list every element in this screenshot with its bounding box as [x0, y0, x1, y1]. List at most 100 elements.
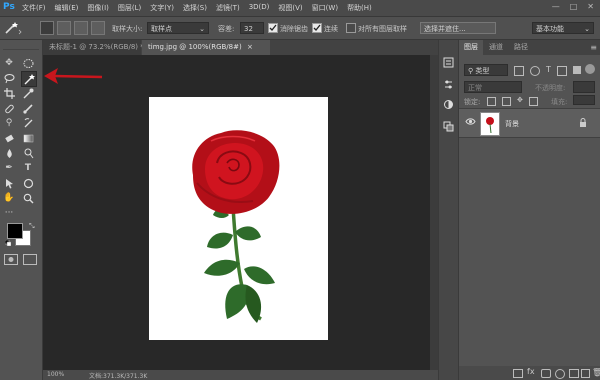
lock-pixels-icon[interactable]	[487, 97, 496, 106]
image-canvas[interactable]	[149, 97, 328, 340]
tab-paths[interactable]: 路径	[509, 40, 533, 55]
tab-timg[interactable]: timg.jpg @ 100%(RGB/8#) ×	[142, 40, 270, 55]
new-selection-button[interactable]	[40, 21, 54, 35]
photoshop-logo: Ps	[3, 2, 15, 12]
menu-layer[interactable]: 图层(L)	[118, 3, 141, 13]
intersect-selection-button[interactable]	[91, 21, 105, 35]
pen-tool-icon[interactable]: ✒	[3, 162, 15, 174]
close-button[interactable]: ✕	[587, 2, 594, 11]
layer-name[interactable]: 背景	[505, 119, 519, 129]
menu-help[interactable]: 帮助(H)	[347, 3, 372, 13]
tolerance-input[interactable]: 32	[240, 22, 264, 34]
new-group-icon[interactable]	[569, 369, 579, 378]
dodge-tool-icon[interactable]	[22, 147, 34, 159]
link-layers-icon[interactable]	[513, 369, 523, 378]
eye-icon[interactable]	[465, 117, 476, 128]
sample-size-value: 取样点	[151, 25, 172, 33]
contiguous-checkbox[interactable]	[312, 23, 322, 33]
opacity-input[interactable]	[573, 81, 595, 93]
tab-layers[interactable]: 图层	[459, 40, 483, 55]
toolbar-grip[interactable]	[3, 43, 39, 50]
panel-menu-icon[interactable]: ≡	[590, 43, 597, 52]
tab-close-icon[interactable]: ×	[247, 43, 253, 51]
menu-filter[interactable]: 滤镜(T)	[216, 3, 240, 13]
lock-icon	[579, 118, 587, 129]
history-panel-icon[interactable]	[442, 56, 454, 68]
filter-toggle-icon[interactable]	[585, 64, 595, 74]
swatches-panel-icon[interactable]	[442, 120, 454, 132]
healing-brush-icon[interactable]	[3, 102, 15, 114]
swap-colors-icon[interactable]: ⤡	[29, 222, 37, 230]
foreground-color-swatch[interactable]	[7, 223, 23, 239]
pixel-filter-icon[interactable]	[514, 66, 524, 76]
delete-layer-icon[interactable]: 🗑	[592, 368, 600, 377]
fill-input[interactable]	[573, 95, 595, 105]
magic-wand-tool-icon[interactable]	[21, 71, 37, 87]
lock-position-icon[interactable]: ✥	[517, 97, 523, 106]
sample-size-select[interactable]: 取样点 ⌄	[147, 22, 209, 34]
layer-kind-filter[interactable]: ⚲ 类型	[464, 64, 508, 76]
tab-layers-label: 图层	[464, 43, 478, 51]
lock-all-icon[interactable]	[528, 97, 538, 106]
lasso-tool-icon[interactable]	[3, 72, 15, 84]
add-to-selection-button[interactable]	[57, 21, 71, 35]
tab-untitled-label: 未标题-1 @ 73.2%(RGB/8) *	[49, 43, 144, 51]
menu-3d[interactable]: 3D(D)	[249, 3, 270, 13]
shape-filter-icon[interactable]	[556, 66, 567, 76]
select-and-mask-button[interactable]: 选择并遮住...	[420, 22, 496, 34]
marquee-tool-icon[interactable]	[22, 57, 34, 69]
screen-mode-icon[interactable]	[23, 254, 37, 265]
zoom-tool-icon[interactable]	[22, 192, 34, 204]
crop-tool-icon[interactable]	[3, 87, 15, 99]
shape-tool-icon[interactable]	[22, 177, 34, 189]
new-adjustment-icon[interactable]	[555, 369, 565, 379]
adjustments-panel-icon[interactable]	[442, 98, 454, 110]
menu-file[interactable]: 文件(F)	[22, 3, 46, 13]
move-tool-icon[interactable]: ✥	[3, 57, 15, 69]
lock-paint-icon[interactable]	[502, 97, 511, 106]
type-filter-icon[interactable]: T	[546, 66, 551, 76]
eraser-tool-icon[interactable]	[3, 132, 15, 144]
hand-tool-icon[interactable]: ✋	[3, 192, 15, 204]
layer-row-background[interactable]: 背景	[459, 108, 600, 138]
menu-edit[interactable]: 编辑(E)	[55, 3, 79, 13]
tab-channels[interactable]: 通道	[484, 40, 508, 55]
blur-tool-icon[interactable]	[3, 147, 15, 159]
maximize-button[interactable]: □	[570, 2, 578, 11]
magic-wand-icon[interactable]	[4, 21, 22, 35]
quick-mask-icon[interactable]	[4, 254, 18, 265]
layer-kind-label: 类型	[475, 67, 490, 75]
panel-tabs: 图层 通道 路径 ≡	[459, 40, 600, 55]
more-tools-icon[interactable]: ···	[3, 207, 15, 219]
type-tool-icon[interactable]: T	[22, 162, 34, 174]
antialias-checkbox[interactable]	[268, 23, 278, 33]
clone-stamp-icon[interactable]: ⚲	[3, 117, 15, 129]
checkmark-icon	[269, 24, 277, 31]
minimize-button[interactable]: —	[552, 2, 560, 11]
adjustment-filter-icon[interactable]	[530, 66, 540, 76]
new-layer-icon[interactable]	[581, 369, 590, 378]
layer-style-icon[interactable]: fx	[527, 367, 535, 376]
properties-panel-icon[interactable]	[442, 78, 454, 90]
menu-view[interactable]: 视图(V)	[278, 3, 302, 13]
brush-tool-icon[interactable]	[22, 102, 34, 114]
vertical-scrollbar[interactable]	[430, 55, 438, 370]
default-colors-icon[interactable]	[4, 239, 12, 247]
history-brush-icon[interactable]	[22, 117, 34, 129]
menu-select[interactable]: 选择(S)	[183, 3, 207, 13]
path-selection-icon[interactable]	[3, 177, 15, 189]
antialias-label: 消除锯齿	[280, 25, 308, 33]
eyedropper-tool-icon[interactable]	[22, 87, 34, 99]
menu-type[interactable]: 文字(Y)	[150, 3, 174, 13]
menu-image[interactable]: 图像(I)	[87, 3, 109, 13]
smart-object-filter-icon[interactable]	[572, 66, 581, 74]
blend-mode-select[interactable]: 正常	[464, 81, 522, 93]
workspace-select[interactable]: 基本功能 ⌄	[532, 22, 594, 34]
gradient-tool-icon[interactable]	[22, 132, 34, 144]
menu-window[interactable]: 窗口(W)	[312, 3, 338, 13]
subtract-selection-button[interactable]	[74, 21, 88, 35]
add-mask-icon[interactable]	[541, 369, 551, 378]
all-layers-checkbox[interactable]	[346, 23, 356, 33]
tab-untitled[interactable]: 未标题-1 @ 73.2%(RGB/8) * ×	[43, 40, 155, 55]
zoom-level[interactable]: 100%	[47, 371, 64, 378]
